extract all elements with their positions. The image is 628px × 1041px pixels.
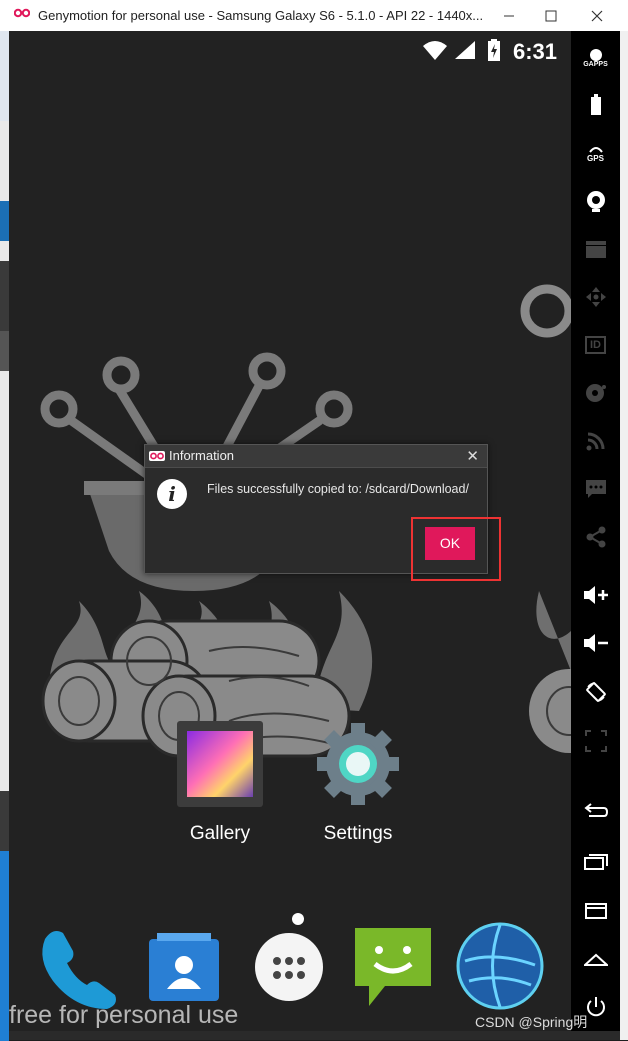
window-title: Genymotion for personal use - Samsung Ga… [38,8,484,23]
rss-icon [586,432,604,451]
volume-down-button[interactable] [571,625,620,661]
disk-io-button[interactable] [571,375,620,411]
pixel-perfect-button[interactable] [571,723,620,759]
power-icon [586,997,605,1017]
volume-up-icon [583,586,608,604]
id-icon: ID [585,336,606,354]
disk-icon [585,384,606,402]
device-id-button[interactable]: ID [571,327,620,363]
remote-control-button[interactable] [571,279,620,315]
gapps-button[interactable]: GAPPS [571,39,620,75]
emulator-toolbar: GAPPS GPS ID [571,31,620,1031]
close-button[interactable] [574,0,620,31]
gapps-label: GAPPS [583,60,608,68]
volume-down-icon [583,634,608,652]
genymotion-logo-icon [14,8,30,18]
maximize-button[interactable] [528,0,574,31]
messaging-icon[interactable] [351,924,435,1008]
menu-icon [584,903,607,919]
battery-icon [590,94,601,115]
gps-button[interactable]: GPS [571,135,620,171]
contacts-icon[interactable] [147,931,221,1005]
dialog-message: Files successfully copied to: /sdcard/Do… [207,482,469,496]
cellular-signal-icon [455,41,475,59]
highlight-annotation-box [411,517,501,581]
background-window-edge-right [620,31,628,1040]
watermark-text: free for personal use [9,1001,239,1029]
recent-apps-button[interactable] [571,843,620,879]
emulator-window: Genymotion for personal use - Samsung Ga… [0,0,628,1041]
battery-charging-icon [488,39,500,61]
dialog-title-bar: Information ✕ [145,445,487,468]
webcam-icon [586,191,605,212]
background-window-edge [0,31,9,1041]
scale-icon [584,730,607,752]
volume-up-button[interactable] [571,577,620,613]
screencast-button[interactable] [571,231,620,267]
info-icon: i [157,479,187,509]
settings-label: Settings [323,823,393,844]
gallery-label: Gallery [189,823,251,844]
gallery-app[interactable] [177,721,263,807]
rotate-button[interactable] [571,674,620,710]
minimize-button[interactable] [486,0,532,31]
genymotion-logo-icon [149,451,165,461]
dialog-title: Information [169,448,235,463]
gps-label: GPS [587,153,604,163]
status-bar: 6:31 [9,31,571,71]
webcam-button[interactable] [571,183,620,219]
gps-icon [588,146,603,153]
rotate-icon [585,682,606,702]
browser-icon[interactable] [455,921,545,1011]
menu-button[interactable] [571,893,620,929]
minimize-icon [504,15,514,16]
home-icon [583,953,608,966]
page-indicator-dot [292,913,304,925]
battery-button[interactable] [571,87,620,123]
settings-icon[interactable] [315,721,401,807]
dpad-icon [585,287,606,307]
dialog-close-button[interactable]: ✕ [466,447,479,465]
network-button[interactable] [571,423,620,459]
wifi-icon [423,41,447,60]
csdn-credit: CSDN @Spring明 [475,1014,588,1030]
clapperboard-icon [585,241,606,258]
app-drawer-icon[interactable] [253,931,325,1003]
back-icon [583,803,608,817]
title-bar: Genymotion for personal use - Samsung Ga… [0,0,628,32]
status-clock: 6:31 [512,39,557,64]
gallery-icon [187,731,253,797]
share-button[interactable] [571,519,620,555]
maximize-icon [545,10,557,21]
phone-sms-button[interactable] [571,471,620,507]
close-icon [591,10,603,21]
recent-apps-icon [583,854,608,870]
chat-icon [585,480,606,498]
back-button[interactable] [571,793,620,829]
phone-icon[interactable] [35,921,125,1011]
gapps-icon [589,48,602,61]
home-button[interactable] [571,941,620,977]
share-icon [586,526,605,548]
